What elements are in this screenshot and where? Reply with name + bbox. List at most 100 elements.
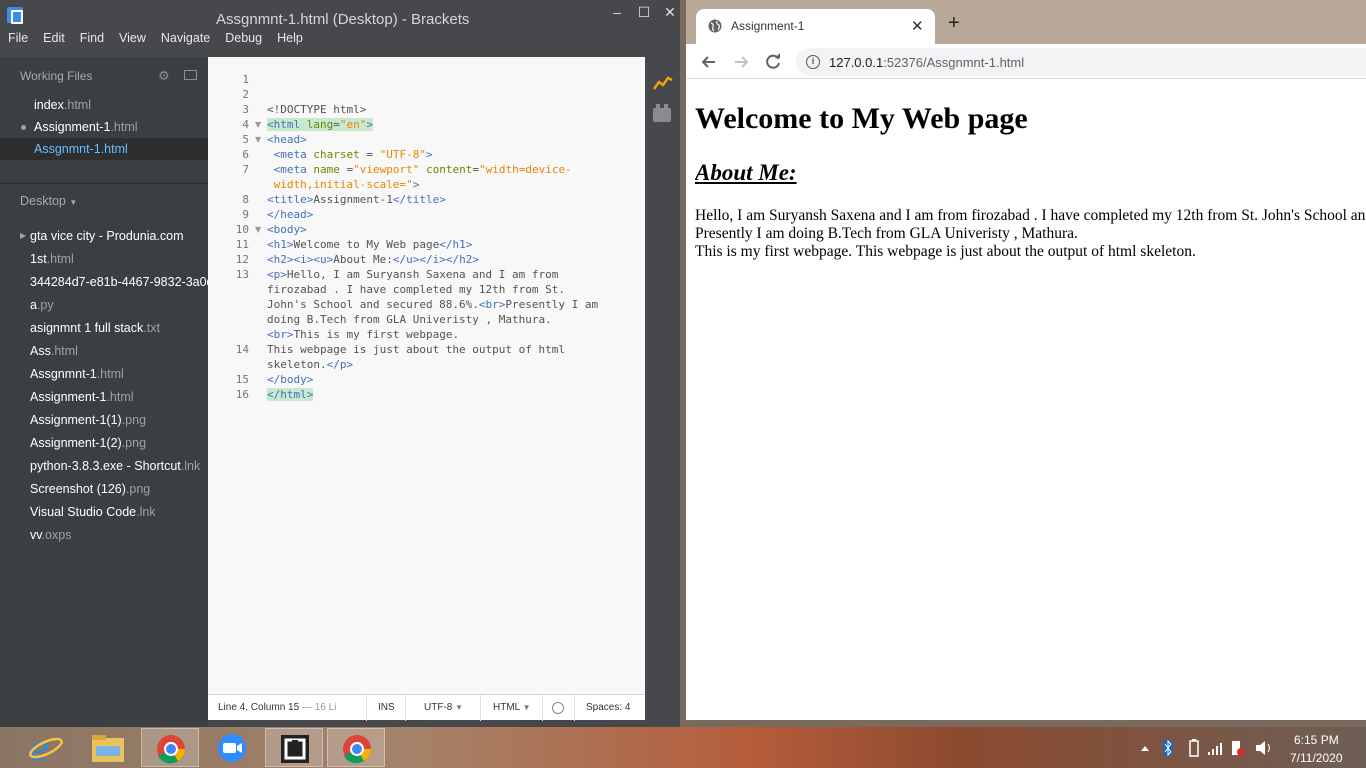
chrome-taskbar-icon[interactable] <box>141 728 199 767</box>
tree-file[interactable]: Assignment-1(2).png <box>0 432 208 454</box>
battery-icon[interactable] <box>1189 739 1199 757</box>
code-editor[interactable]: 1 2 3 4 5 6 7 8 9 10 11 12 13 14 15 16 ▼ ▼ ▼ <!DOCTYPE … <box>208 57 645 694</box>
working-file-item[interactable]: index.html <box>0 94 208 116</box>
extension-manager-icon[interactable] <box>653 104 671 122</box>
menu-find[interactable]: Find <box>80 31 104 49</box>
line-number: 6 <box>242 148 249 161</box>
menu-navigate[interactable]: Navigate <box>161 31 210 49</box>
language-dropdown[interactable]: HTML ▼ <box>493 695 531 721</box>
network-warning-icon[interactable] <box>1232 741 1245 756</box>
divider <box>480 695 481 721</box>
file-ext: .html <box>46 252 74 266</box>
zoom-icon[interactable] <box>203 728 261 767</box>
tree-file[interactable]: asignmnt 1 full stack.txt <box>0 317 208 339</box>
split-view-icon[interactable] <box>184 70 197 80</box>
code-line: <h2><i><u>About Me:</u></i></h2> <box>267 253 479 266</box>
forward-arrow-icon[interactable] <box>731 52 751 72</box>
insert-mode-toggle[interactable]: INS <box>378 695 395 721</box>
code-line: doing B.Tech from GLA Univeristy , Mathu… <box>267 313 552 326</box>
encoding-label: UTF-8 <box>424 702 453 713</box>
menu-file[interactable]: File <box>8 31 28 49</box>
fold-arrow-icon[interactable]: ▼ <box>255 120 261 129</box>
brackets-taskbar-icon[interactable] <box>265 728 323 767</box>
chrome-taskbar-icon[interactable] <box>327 728 385 767</box>
globe-icon <box>708 19 722 33</box>
tree-folder[interactable]: ▶ gta vice city - Produnia.com <box>0 225 208 247</box>
new-tab-button[interactable]: + <box>948 13 960 33</box>
signal-icon[interactable] <box>1208 743 1222 755</box>
line-number: 2 <box>242 88 249 101</box>
browser-window: Assignment-1 ✕ + i 127.0.0.1:52376/Assgn… <box>686 0 1366 720</box>
live-preview-icon[interactable] <box>653 75 673 91</box>
file-ext: .png <box>121 413 147 427</box>
file-ext: .html <box>100 142 128 156</box>
minimize-button[interactable]: – <box>604 3 630 21</box>
indent-setting[interactable]: Spaces: 4 <box>586 695 630 721</box>
line-number: 1 <box>242 73 249 86</box>
bluetooth-icon[interactable] <box>1163 739 1173 757</box>
menu-help[interactable]: Help <box>277 31 303 49</box>
file-name: Visual Studio Code <box>30 505 137 519</box>
tree-file[interactable]: Assgnmnt-1.html <box>0 363 208 385</box>
tree-file[interactable]: Assignment-1.html <box>0 386 208 408</box>
menu-view[interactable]: View <box>119 31 146 49</box>
page-paragraph-line: This is my first webpage. This webpage i… <box>695 243 1196 260</box>
code-line: width,initial-scale="> <box>273 178 420 191</box>
tree-file[interactable]: python-3.8.3.exe - Shortcut.lnk <box>0 455 208 477</box>
reload-icon[interactable] <box>763 52 783 72</box>
show-hidden-icons-icon[interactable] <box>1141 746 1149 751</box>
tree-file[interactable]: Assignment-1(1).png <box>0 409 208 431</box>
tree-file[interactable]: Ass.html <box>0 340 208 362</box>
file-name: vv <box>30 528 42 542</box>
file-name: Assignment-1(1) <box>30 413 122 427</box>
menu-debug[interactable]: Debug <box>225 31 262 49</box>
encoding-dropdown[interactable]: UTF-8 ▼ <box>424 695 463 721</box>
tree-file[interactable]: Screenshot (126).png <box>0 478 208 500</box>
address-bar[interactable]: i 127.0.0.1:52376/Assgnmnt-1.html <box>796 48 1366 76</box>
tree-file[interactable]: a.py <box>0 294 208 316</box>
url-path: :52376/Assgnmnt-1.html <box>883 55 1025 70</box>
menu-edit[interactable]: Edit <box>43 31 65 49</box>
info-icon[interactable]: i <box>806 55 820 69</box>
linter-status-icon[interactable] <box>552 702 564 714</box>
code-line: <meta name ="viewport" content="width=de… <box>273 163 572 176</box>
file-name: index <box>34 98 64 112</box>
close-button[interactable]: ✕ <box>657 3 683 21</box>
code-line: <p>Hello, I am Suryansh Saxena and I am … <box>267 268 559 281</box>
tree-file[interactable]: 344284d7-e81b-4467-9832-3a0d <box>0 271 208 293</box>
url-host: 127.0.0.1 <box>829 55 884 70</box>
file-name: Screenshot (126) <box>30 482 126 496</box>
code-line: <meta charset = "UTF-8"> <box>273 148 433 161</box>
menu-bar: File Edit Find View Navigate Debug Help <box>8 31 318 49</box>
working-file-item-active[interactable]: Assgnmnt-1.html <box>0 138 208 160</box>
internet-explorer-icon[interactable]: e <box>17 728 75 768</box>
gear-icon[interactable]: ⚙ <box>158 68 170 84</box>
browser-toolbar: i 127.0.0.1:52376/Assgnmnt-1.html <box>686 44 1366 79</box>
working-file-item[interactable]: Assignment-1.html <box>0 116 208 138</box>
page-heading: Welcome to My Web page <box>695 102 1028 135</box>
project-name: Desktop <box>20 194 66 208</box>
tree-file[interactable]: vv.oxps <box>0 524 208 546</box>
close-tab-icon[interactable]: ✕ <box>911 17 924 35</box>
back-arrow-icon[interactable] <box>699 52 719 72</box>
code-line: </html> <box>267 388 314 401</box>
sidebar-divider <box>0 183 208 184</box>
volume-icon[interactable] <box>1256 741 1270 755</box>
fold-arrow-icon[interactable]: ▼ <box>255 135 261 144</box>
url-text: 127.0.0.1:52376/Assgnmnt-1.html <box>829 55 1024 70</box>
project-dropdown[interactable]: Desktop ▼ <box>20 194 77 208</box>
clock-time[interactable]: 6:15 PM <box>1294 733 1339 747</box>
tree-file[interactable]: 1st.html <box>0 248 208 270</box>
line-number: 7 <box>242 163 249 176</box>
file-explorer-icon[interactable] <box>79 728 137 767</box>
line-number: 3 <box>242 103 249 116</box>
tree-file[interactable]: Visual Studio Code.lnk <box>0 501 208 523</box>
file-ext: .png <box>121 436 147 450</box>
fold-arrow-icon[interactable]: ▼ <box>255 225 261 234</box>
spaces-label: Spaces: <box>586 702 623 713</box>
maximize-button[interactable]: ☐ <box>631 3 657 21</box>
browser-tab[interactable]: Assignment-1 ✕ <box>696 9 935 44</box>
file-ext: .lnk <box>180 459 201 473</box>
title-bar: Assgnmnt-1.html (Desktop) - Brackets – ☐… <box>0 0 680 56</box>
clock-date[interactable]: 7/11/2020 <box>1290 751 1343 765</box>
